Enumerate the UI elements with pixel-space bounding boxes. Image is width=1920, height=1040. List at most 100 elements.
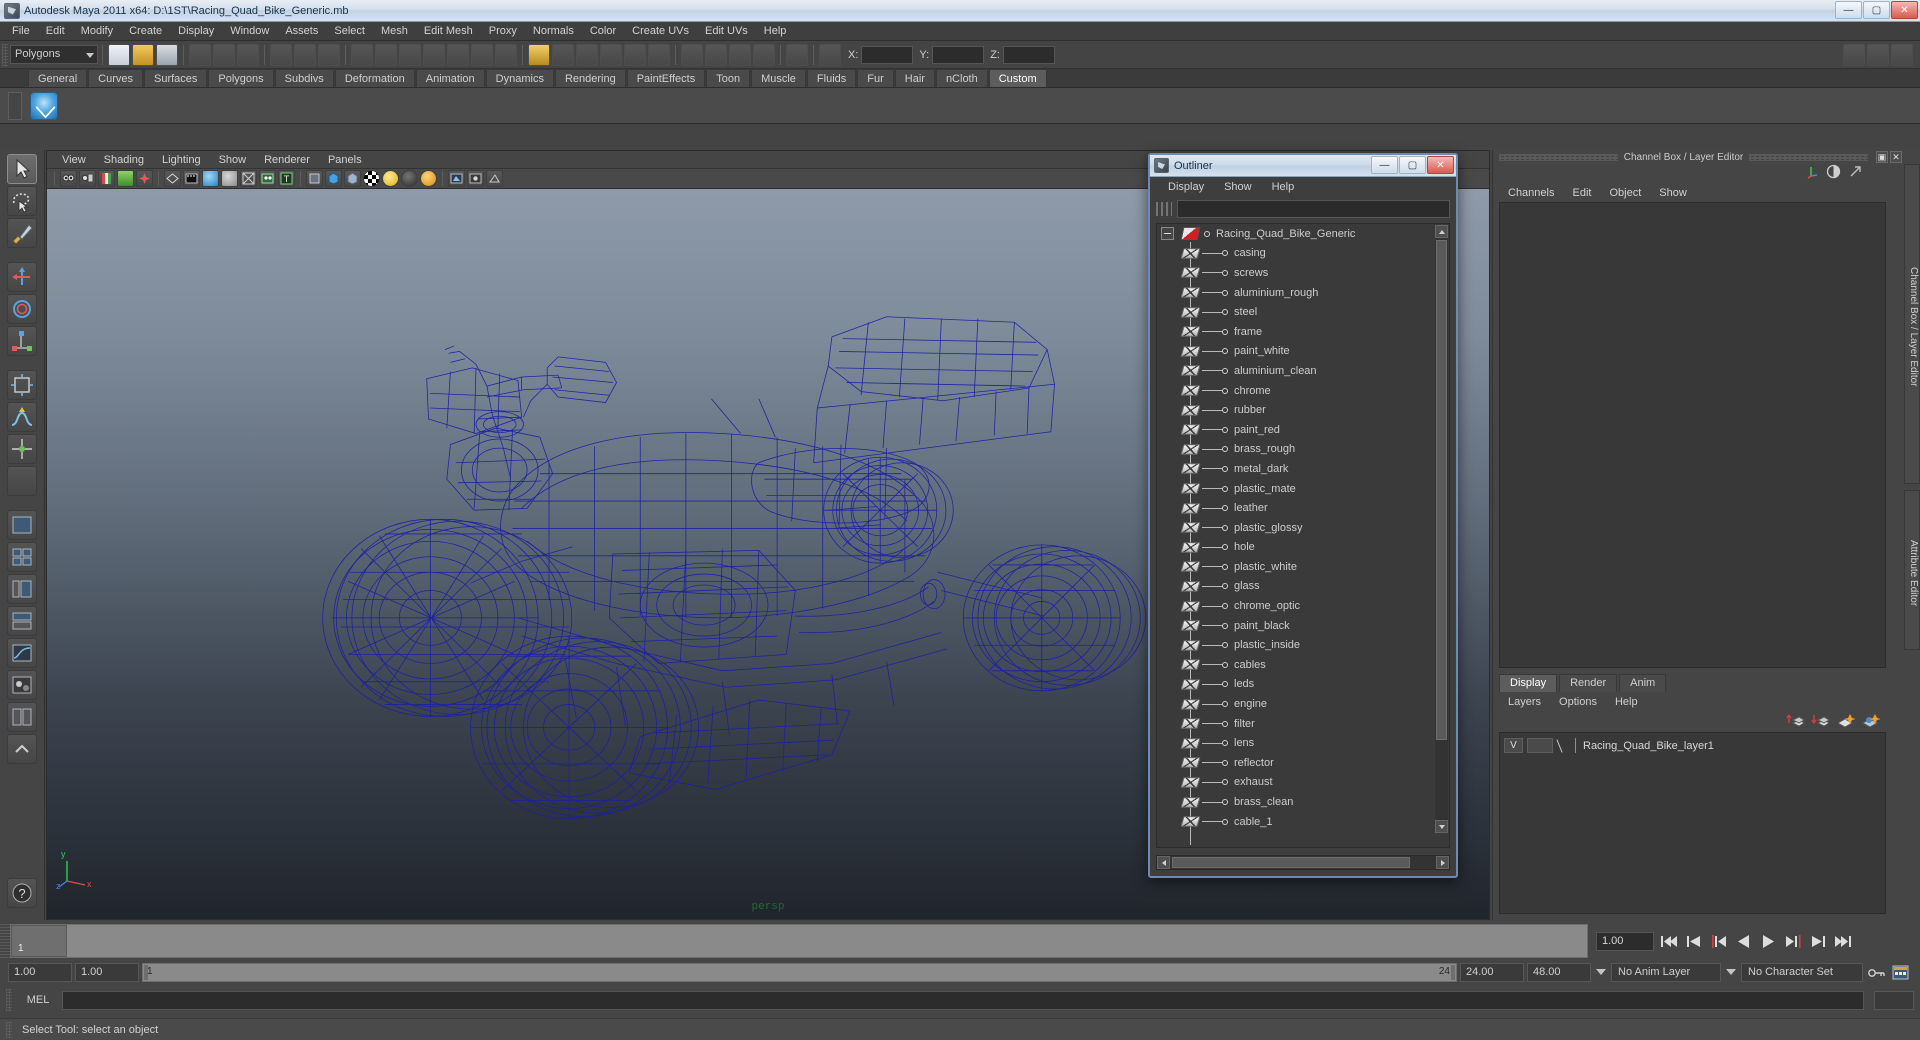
new-layer-from-selected-icon[interactable] [1861, 712, 1881, 728]
lock-selection-icon[interactable] [528, 43, 550, 66]
scroll-up-button[interactable] [1435, 225, 1448, 238]
snap-view-plane-icon[interactable] [624, 43, 646, 66]
toolbar-drag-handle[interactable] [2, 43, 8, 66]
step-back-key-button[interactable] [1683, 931, 1704, 952]
shelf-tab-ncloth[interactable]: nCloth [935, 69, 988, 87]
outliner-vertical-scrollbar[interactable] [1435, 225, 1448, 833]
quick-layout-hypershade-icon[interactable] [7, 670, 37, 700]
viewport-menu-lighting[interactable]: Lighting [153, 153, 210, 167]
layer-menu-options[interactable]: Options [1550, 695, 1606, 709]
time-slider-track[interactable]: 1 [10, 924, 1588, 958]
viewport-menu-panels[interactable]: Panels [319, 153, 371, 167]
outliner-item-row[interactable]: rubber [1157, 400, 1449, 420]
play-forwards-button[interactable] [1758, 931, 1779, 952]
menu-create-uvs[interactable]: Create UVs [624, 23, 697, 40]
quick-layout-outliner-persp-icon[interactable] [7, 574, 37, 604]
character-set-dropdown[interactable]: No Character Set [1741, 962, 1863, 982]
construction-history-icon[interactable] [786, 43, 808, 66]
ipr-render-icon[interactable] [729, 43, 751, 66]
layer-row[interactable]: V Racing_Quad_Bike_layer1 [1504, 737, 1881, 754]
shadows-icon[interactable] [306, 170, 323, 187]
outliner-menu-show[interactable]: Show [1214, 180, 1262, 194]
channel-menu-object[interactable]: Object [1600, 186, 1650, 200]
outliner-item-row[interactable]: paint_red [1157, 420, 1449, 440]
viewport-options-icon[interactable] [486, 170, 503, 187]
outliner-root-row[interactable]: Racing_Quad_Bike_Generic [1157, 224, 1449, 244]
menu-file[interactable]: File [4, 23, 38, 40]
tab-render[interactable]: Render [1559, 674, 1618, 692]
outliner-item-row[interactable]: aluminium_rough [1157, 283, 1449, 303]
outliner-item-row[interactable]: cables [1157, 655, 1449, 675]
select-by-object-icon[interactable] [294, 43, 316, 66]
playback-start-time-field[interactable]: 1.00 [75, 962, 139, 982]
menu-modify[interactable]: Modify [73, 23, 121, 40]
shelf-tab-custom[interactable]: Custom [988, 69, 1047, 87]
show-manipulator-tool-icon[interactable] [7, 434, 37, 464]
blue-check-shelf-icon[interactable] [30, 91, 58, 120]
select-by-hierarchy-icon[interactable] [270, 43, 292, 66]
menu-window[interactable]: Window [222, 23, 277, 40]
vertex-mask-icon[interactable] [375, 43, 397, 66]
outliner-close-button[interactable]: ✕ [1427, 156, 1454, 174]
selection-mode-dropdown[interactable]: Polygons [10, 45, 98, 64]
menu-select[interactable]: Select [326, 23, 373, 40]
step-forward-frame-button[interactable] [1783, 931, 1804, 952]
layer-visibility-toggle[interactable]: V [1504, 738, 1523, 753]
layer-display-type-toggle[interactable] [1527, 738, 1553, 753]
uv-mask-icon[interactable] [447, 43, 469, 66]
scale-tool-icon[interactable] [7, 326, 37, 356]
render-view-icon[interactable] [681, 43, 703, 66]
viewport-menu-show[interactable]: Show [210, 153, 256, 167]
shelf-tab-general[interactable]: General [28, 69, 88, 87]
outliner-item-row[interactable]: plastic_glossy [1157, 518, 1449, 538]
outliner-item-row[interactable]: metal_dark [1157, 459, 1449, 479]
snap-curve-icon[interactable] [576, 43, 598, 66]
menu-edit-uvs[interactable]: Edit UVs [697, 23, 756, 40]
outliner-item-row[interactable]: filter [1157, 714, 1449, 734]
snap-point-icon[interactable] [600, 43, 622, 66]
menu-assets[interactable]: Assets [277, 23, 326, 40]
shelf-tab-surfaces[interactable]: Surfaces [143, 69, 208, 87]
shelf-tab-hair[interactable]: Hair [894, 69, 935, 87]
outliner-item-row[interactable]: brass_rough [1157, 440, 1449, 460]
light-key-icon[interactable] [382, 170, 399, 187]
animation-end-time-field[interactable]: 48.00 [1527, 962, 1591, 982]
quick-layout-hypergraph-icon[interactable] [7, 606, 37, 636]
last-tool-used-icon[interactable] [7, 466, 37, 496]
quick-layout-graph-editor-icon[interactable] [7, 638, 37, 668]
outliner-item-row[interactable]: leather [1157, 498, 1449, 518]
minimize-button[interactable]: — [1835, 1, 1862, 19]
face-mask-icon[interactable] [423, 43, 445, 66]
light-all-icon[interactable] [420, 170, 437, 187]
quick-layout-expand-icon[interactable] [7, 734, 37, 764]
menu-edit[interactable]: Edit [38, 23, 73, 40]
snap-grid-icon[interactable] [552, 43, 574, 66]
display-layer-list[interactable]: V Racing_Quad_Bike_layer1 [1499, 732, 1886, 914]
two-sided-lighting-icon[interactable] [136, 170, 153, 187]
outliner-search-input[interactable] [1177, 200, 1450, 218]
paint-selection-tool-icon[interactable] [7, 218, 37, 248]
undo-icon[interactable] [189, 43, 211, 66]
outliner-item-row[interactable]: paint_black [1157, 616, 1449, 636]
status-bar-drag-handle[interactable] [6, 1021, 12, 1038]
isolate-select-icon[interactable] [325, 170, 342, 187]
quick-layout-four-icon[interactable] [7, 542, 37, 572]
hscrollbar-thumb[interactable] [1172, 857, 1410, 868]
outliner-item-row[interactable]: frame [1157, 322, 1449, 342]
outliner-item-row[interactable]: steel [1157, 302, 1449, 322]
outliner-item-row[interactable]: hole [1157, 538, 1449, 558]
command-language-label[interactable]: MEL [20, 994, 56, 1006]
shelf-tab-toon[interactable]: Toon [706, 69, 751, 87]
auto-key-icon[interactable] [1866, 962, 1887, 983]
outliner-tree[interactable]: Racing_Quad_Bike_Generic casing screws alum… [1156, 223, 1450, 848]
shelf-options-handle[interactable] [8, 92, 22, 120]
close-button[interactable]: ✕ [1891, 1, 1918, 19]
shelf-tab-polygons[interactable]: Polygons [208, 69, 274, 87]
outliner-item-row[interactable]: engine [1157, 694, 1449, 714]
command-input-field[interactable] [62, 990, 1864, 1010]
exposure-icon[interactable] [448, 170, 465, 187]
universal-manipulator-icon[interactable] [7, 370, 37, 400]
lasso-tool-icon[interactable] [7, 186, 37, 216]
menu-normals[interactable]: Normals [525, 23, 582, 40]
outliner-item-row[interactable]: brass_clean [1157, 792, 1449, 812]
